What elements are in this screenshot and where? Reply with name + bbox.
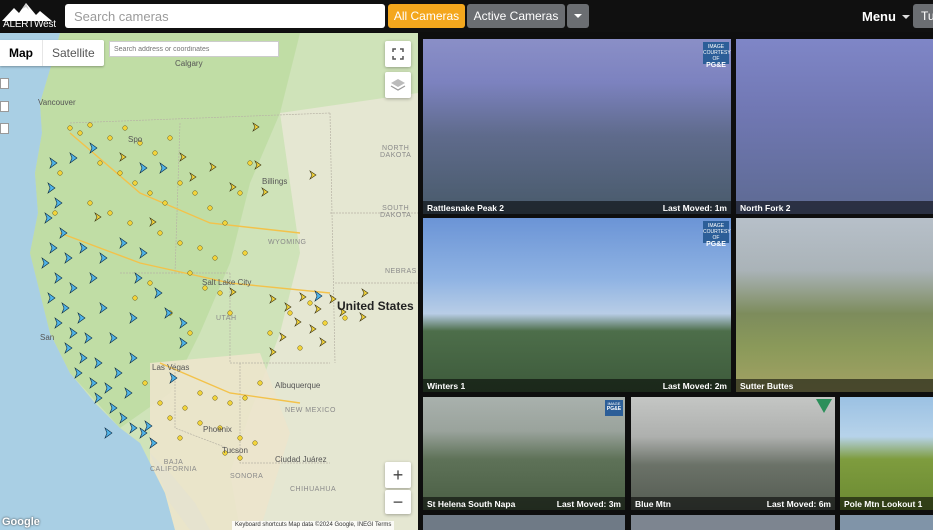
camera-tile[interactable]: IMAGE COURTESY OF PG&E Rattlesnake Peak 2 … [423, 39, 731, 214]
map-label-spo: Spo [128, 135, 143, 144]
camera-caption: Blue Mtn Last Moved: 6m [631, 497, 835, 510]
map-label-calgary: Calgary [175, 59, 203, 68]
camera-filter-dropdown-button[interactable] [567, 4, 589, 28]
camera-caption: Winters 1 Last Moved: 2m [423, 379, 731, 392]
truncated-button[interactable]: Tu [913, 4, 933, 28]
map-label-ciudad-juarez: Ciudad Juárez [275, 455, 327, 464]
layers-icon [390, 79, 406, 91]
map-tool-button[interactable] [0, 123, 9, 134]
map-type-satellite-button[interactable]: Satellite [42, 40, 104, 66]
map-label-sonora: SONORA [230, 473, 264, 480]
map-label-wyoming: WYOMING [268, 239, 307, 246]
map-label-las-vegas: Las Vegas [152, 363, 190, 372]
map-label-north-dakota: NORTH DAKOTA [380, 145, 412, 159]
map-label-united-states: United States [337, 299, 414, 313]
camera-name: Sutter Buttes [740, 380, 794, 391]
zoom-out-button[interactable]: − [385, 490, 411, 514]
map-label-utah: UTAH [216, 315, 237, 322]
logo-text: ALERTWest [3, 19, 56, 30]
camera-tile[interactable]: Pole Mtn Lookout 1 [840, 397, 933, 510]
camera-tile[interactable]: IMAGE PG&E St Helena South Napa Last Move… [423, 397, 625, 510]
camera-caption: Sutter Buttes [736, 379, 933, 392]
camera-name: St Helena South Napa [427, 498, 516, 509]
layers-button[interactable] [385, 72, 411, 98]
camera-search-input[interactable] [65, 4, 385, 28]
camera-tile[interactable] [840, 515, 933, 530]
map-label-billings: Billings [262, 177, 288, 186]
menu-dropdown[interactable]: Menu [862, 9, 910, 24]
address-search-input[interactable] [109, 41, 279, 57]
map-attribution[interactable]: Keyboard shortcuts Map data ©2024 Google… [232, 521, 395, 530]
camera-last-moved: Last Moved: 1m [662, 202, 727, 213]
map-label-nebraska: NEBRAS [385, 268, 417, 275]
map-tool-button[interactable] [0, 101, 9, 112]
map-label-south-dakota: SOUTH DAKOTA [380, 205, 412, 219]
zoom-in-button[interactable]: + [385, 462, 411, 488]
camera-caption: Rattlesnake Peak 2 Last Moved: 1m [423, 201, 731, 214]
map-label-tucson: Tucson [222, 446, 248, 455]
camera-caption: North Fork 2 [736, 201, 933, 214]
chevron-down-icon [901, 14, 910, 19]
map-label-albuquerque: Albuquerque [275, 381, 321, 390]
map-label-new-mexico: NEW MEXICO [285, 407, 336, 414]
camera-grid: IMAGE COURTESY OF PG&E Rattlesnake Peak 2 … [418, 33, 933, 530]
pge-badge: IMAGE PG&E [605, 400, 623, 416]
camera-map[interactable]: Calgary Vancouver Spo NORTH DAKOTA Billi… [0, 33, 418, 530]
map-label-san: San [40, 333, 55, 342]
menu-label: Menu [862, 9, 896, 24]
camera-tile[interactable]: North Fork 2 [736, 39, 933, 214]
camera-last-moved: Last Moved: 3m [556, 498, 621, 509]
map-type-control: Map Satellite [0, 40, 104, 66]
alertwest-logo[interactable]: ALERTWest [2, 1, 56, 31]
camera-name: Rattlesnake Peak 2 [427, 202, 505, 213]
map-label-vancouver: Vancouver [38, 98, 76, 107]
map-label-baja-california: BAJA CALIFORNIA [150, 459, 198, 473]
all-cameras-button[interactable]: All Cameras [388, 4, 465, 28]
chevron-down-icon [574, 14, 582, 18]
active-cameras-button[interactable]: Active Cameras [467, 4, 565, 28]
camera-name: North Fork 2 [740, 202, 791, 213]
fullscreen-button[interactable] [385, 41, 411, 67]
pge-badge: IMAGE COURTESY OF PG&E [703, 221, 731, 248]
camera-caption: Pole Mtn Lookout 1 [840, 497, 933, 510]
pge-badge: IMAGE COURTESY OF PG&E [703, 42, 731, 69]
camera-tile[interactable]: IMAGE COURTESY OF PG&E Winters 1 Last Move… [423, 218, 731, 392]
map-tool-button[interactable] [0, 78, 9, 89]
camera-name: Winters 1 [427, 380, 466, 391]
camera-last-moved: Last Moved: 2m [662, 380, 727, 391]
camera-tile[interactable]: Blue Mtn Last Moved: 6m [631, 397, 835, 510]
camera-tile[interactable] [423, 515, 625, 530]
camera-last-moved: Last Moved: 6m [766, 498, 831, 509]
map-label-salt-lake-city: Salt Lake City [202, 278, 252, 287]
camera-caption: St Helena South Napa Last Moved: 3m [423, 497, 625, 510]
map-type-map-button[interactable]: Map [0, 40, 42, 66]
fullscreen-icon [392, 48, 404, 60]
camera-tile[interactable] [631, 515, 835, 530]
top-bar: ALERTWest All Cameras Active Cameras Men… [0, 0, 933, 32]
forest-service-icon [816, 399, 832, 413]
mountain-logo-icon [2, 3, 52, 21]
camera-name: Pole Mtn Lookout 1 [844, 498, 923, 509]
map-label-phoenix: Phoenix [203, 425, 232, 434]
google-logo: Google [2, 516, 40, 528]
camera-name: Blue Mtn [635, 498, 671, 509]
camera-tile[interactable]: Sutter Buttes [736, 218, 933, 392]
map-label-chihuahua: CHIHUAHUA [290, 486, 337, 493]
